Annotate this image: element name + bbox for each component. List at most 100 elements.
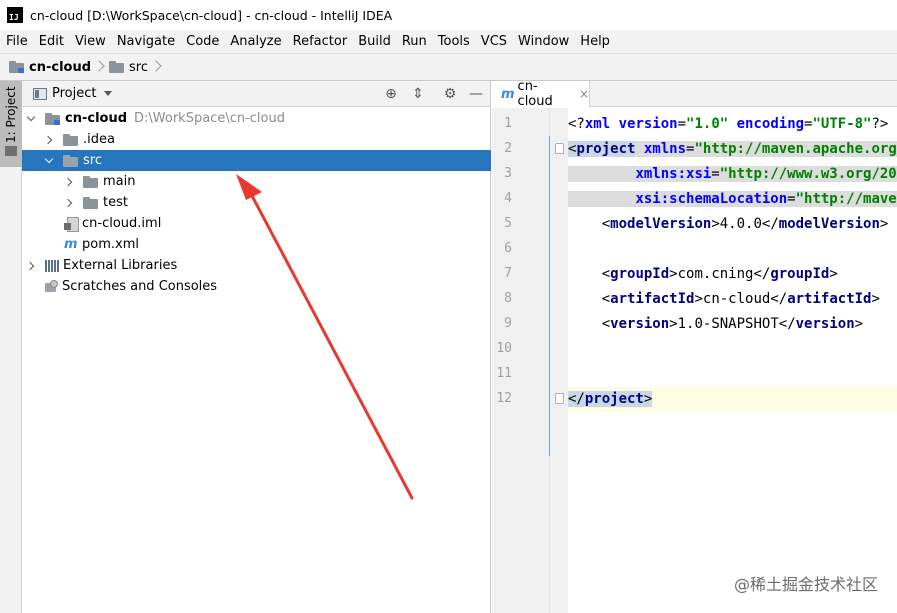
project-folder-icon bbox=[5, 146, 17, 156]
project-tab-label: 1: Project bbox=[4, 86, 18, 143]
libraries-icon bbox=[45, 259, 59, 272]
menu-analyze[interactable]: Analyze bbox=[224, 34, 286, 49]
breadcrumb-separator-icon bbox=[152, 60, 160, 74]
menu-refactor[interactable]: Refactor bbox=[287, 34, 353, 49]
left-tool-stripe: 1: Project bbox=[0, 81, 22, 613]
tree-item-label: src bbox=[83, 153, 102, 168]
change-marker bbox=[549, 136, 550, 456]
code-line-12: </project> bbox=[568, 387, 897, 412]
tree-item-label: .idea bbox=[83, 132, 115, 147]
fold-marker-icon[interactable] bbox=[555, 393, 564, 404]
code-line-7: <groupId>com.cning</groupId> bbox=[601, 266, 838, 282]
chevron-down-icon[interactable] bbox=[25, 113, 37, 125]
chevron-right-icon[interactable] bbox=[43, 134, 55, 146]
tree-item-label: main bbox=[103, 174, 136, 189]
menu-vcs[interactable]: VCS bbox=[475, 34, 512, 49]
code-line-3: xmlns:xsi="http://www.w3.org/2001/XMLSch… bbox=[568, 162, 897, 187]
project-panel-header: Project ⊕ ⇕ ⚙ — bbox=[22, 81, 490, 107]
editor-area: m cn-cloud × 1 2 3 4 5 6 7 8 9 10 11 12 … bbox=[492, 79, 897, 613]
iml-file-icon bbox=[64, 216, 79, 232]
folder-icon bbox=[83, 196, 99, 209]
line-number: 10 bbox=[496, 341, 512, 356]
close-icon[interactable]: × bbox=[579, 87, 589, 101]
tree-item-src[interactable]: src bbox=[22, 150, 491, 171]
menu-build[interactable]: Build bbox=[352, 34, 396, 49]
navigation-bar: cn-cloud src bbox=[0, 53, 897, 81]
tree-item-label: test bbox=[103, 195, 128, 210]
locate-file-icon[interactable]: ⊕ bbox=[383, 86, 399, 102]
tree-item-idea[interactable]: .idea bbox=[22, 129, 491, 150]
folder-icon bbox=[63, 133, 79, 146]
chevron-down-icon[interactable] bbox=[43, 155, 55, 167]
collapse-all-icon[interactable]: ⇕ bbox=[410, 86, 426, 102]
tree-item-cn-cloud[interactable]: cn-cloud D:\WorkSpace\cn-cloud bbox=[22, 108, 491, 129]
editor-tab-label: cn-cloud bbox=[517, 79, 553, 109]
scratches-icon bbox=[44, 279, 58, 294]
code-line-5: <modelVersion>4.0.0</modelVersion> bbox=[601, 216, 889, 232]
menu-window[interactable]: Window bbox=[512, 34, 574, 49]
project-panel: Project ⊕ ⇕ ⚙ — cn-cloud D:\WorkSpace\cn… bbox=[22, 81, 491, 613]
line-number: 4 bbox=[504, 191, 512, 206]
menu-tools[interactable]: Tools bbox=[432, 34, 475, 49]
chevron-right-icon[interactable] bbox=[25, 260, 37, 272]
module-folder-icon bbox=[9, 61, 25, 73]
title-bar: IJ cn-cloud [D:\WorkSpace\cn-cloud] - cn… bbox=[0, 0, 897, 30]
menu-help[interactable]: Help bbox=[574, 34, 615, 49]
folder-icon bbox=[83, 175, 99, 188]
code-line-4: xsi:schemaLocation="http://maven.apache.… bbox=[568, 187, 897, 212]
project-view-selector[interactable]: Project bbox=[52, 86, 96, 101]
intellij-logo-icon: IJ bbox=[7, 7, 23, 23]
hide-panel-icon[interactable]: — bbox=[468, 86, 484, 102]
breadcrumb-src[interactable]: src bbox=[109, 60, 148, 75]
gear-icon[interactable]: ⚙ bbox=[442, 86, 458, 102]
chevron-right-icon[interactable] bbox=[63, 197, 75, 209]
tree-item-external-libraries[interactable]: External Libraries bbox=[22, 255, 491, 276]
chevron-down-icon[interactable] bbox=[104, 91, 113, 96]
menu-edit[interactable]: Edit bbox=[33, 34, 69, 49]
tree-item-iml[interactable]: cn-cloud.iml bbox=[22, 213, 491, 234]
tree-item-path: D:\WorkSpace\cn-cloud bbox=[134, 111, 285, 126]
watermark: @稀土掘金技术社区 bbox=[733, 575, 878, 594]
tree-item-label: External Libraries bbox=[63, 258, 178, 273]
editor-tab-strip: m cn-cloud × bbox=[492, 79, 897, 109]
menu-view[interactable]: View bbox=[69, 34, 111, 49]
line-number: 12 bbox=[496, 391, 512, 406]
editor-gutter: 1 2 3 4 5 6 7 8 9 10 11 12 bbox=[492, 108, 568, 613]
tree-item-scratches[interactable]: Scratches and Consoles bbox=[22, 276, 491, 297]
folder-icon bbox=[63, 154, 79, 167]
project-tool-window-tab[interactable]: 1: Project bbox=[0, 81, 22, 167]
maven-icon: m bbox=[64, 237, 78, 252]
module-folder-icon bbox=[45, 112, 61, 125]
line-number: 11 bbox=[496, 366, 512, 381]
line-number: 6 bbox=[504, 241, 512, 256]
tree-item-pom[interactable]: m pom.xml bbox=[22, 234, 491, 255]
breadcrumb-label: cn-cloud bbox=[29, 59, 92, 75]
breadcrumb-label: src bbox=[129, 59, 148, 75]
window-title: cn-cloud [D:\WorkSpace\cn-cloud] - cn-cl… bbox=[30, 7, 393, 23]
editor-tab-pom[interactable]: m cn-cloud × bbox=[492, 79, 590, 109]
line-number: 1 bbox=[504, 116, 512, 131]
breadcrumb-project[interactable]: cn-cloud bbox=[9, 60, 91, 75]
line-number: 2 bbox=[504, 141, 512, 156]
tree-item-test[interactable]: test bbox=[22, 192, 491, 213]
folder-icon bbox=[109, 61, 125, 73]
tree-item-label: pom.xml bbox=[82, 237, 139, 252]
menu-code[interactable]: Code bbox=[180, 34, 224, 49]
fold-marker-icon[interactable] bbox=[555, 143, 564, 154]
menu-bar: File Edit View Navigate Code Analyze Ref… bbox=[0, 30, 897, 53]
line-number: 5 bbox=[504, 216, 512, 231]
tree-item-label: cn-cloud bbox=[65, 111, 128, 126]
project-view-icon bbox=[33, 87, 47, 100]
menu-navigate[interactable]: Navigate bbox=[111, 34, 180, 49]
chevron-right-icon[interactable] bbox=[63, 176, 75, 188]
menu-run[interactable]: Run bbox=[396, 34, 432, 49]
maven-icon: m bbox=[501, 86, 515, 102]
menu-file[interactable]: File bbox=[0, 34, 33, 49]
tree-item-main[interactable]: main bbox=[22, 171, 491, 192]
tree-item-label: Scratches and Consoles bbox=[62, 279, 218, 294]
tree-item-label: cn-cloud.iml bbox=[82, 216, 162, 231]
code-editor[interactable]: <?xml version="1.0" encoding="UTF-8"?> <… bbox=[568, 108, 897, 613]
line-number: 3 bbox=[504, 166, 512, 181]
code-line-9: <version>1.0-SNAPSHOT</version> bbox=[601, 316, 864, 332]
line-number: 7 bbox=[504, 266, 512, 281]
